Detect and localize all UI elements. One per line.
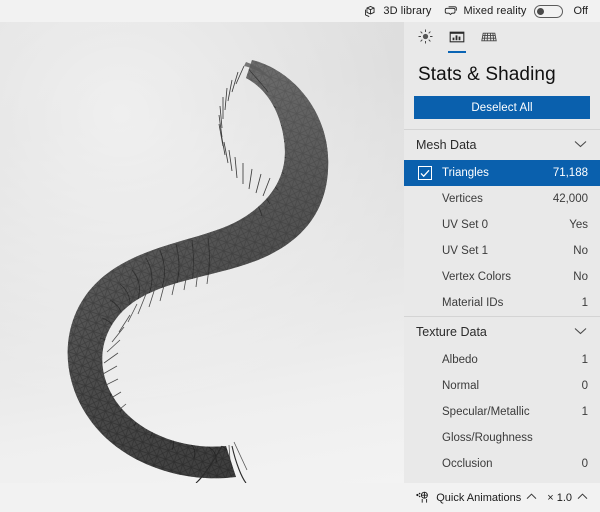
row-label: Albedo bbox=[442, 354, 478, 366]
row-label: Gloss/Roughness bbox=[442, 432, 533, 444]
chevron-up-icon[interactable] bbox=[577, 493, 588, 502]
app-window: 3D library Mixed reality Off Stats & Sha… bbox=[0, 0, 600, 512]
mixed-reality-icon bbox=[443, 4, 458, 19]
row-label: UV Set 1 bbox=[442, 245, 489, 257]
row-value: 42,000 bbox=[552, 193, 588, 205]
table-row[interactable]: Occlusion 0 bbox=[404, 451, 600, 477]
section-label: Texture Data bbox=[416, 325, 487, 339]
mixed-reality-label: Mixed reality bbox=[463, 5, 527, 17]
row-label: UV Set 0 bbox=[442, 219, 489, 231]
row-checkbox[interactable] bbox=[418, 166, 432, 180]
row-value: Yes bbox=[569, 219, 588, 231]
row-value: 0 bbox=[581, 380, 588, 392]
row-value: 1 bbox=[581, 406, 588, 418]
animation-figure-icon bbox=[415, 491, 431, 505]
row-label: Specular/Metallic bbox=[442, 406, 530, 418]
row-label: Vertex Colors bbox=[442, 271, 512, 283]
table-row[interactable]: UV Set 1 No bbox=[404, 238, 600, 264]
table-row[interactable]: Gloss/Roughness bbox=[404, 425, 600, 451]
grid-floor-icon bbox=[480, 28, 498, 51]
sun-lighting-icon bbox=[417, 28, 434, 50]
mixed-reality-toggle[interactable] bbox=[533, 4, 563, 18]
3d-library-button[interactable]: 3D library bbox=[357, 0, 437, 22]
bottom-toolbar: Quick Animations × 1.0 bbox=[404, 483, 600, 512]
mixed-reality-control[interactable]: Mixed reality Off bbox=[437, 0, 594, 22]
row-label: Triangles bbox=[442, 167, 489, 179]
mixed-reality-state: Off bbox=[573, 5, 588, 17]
row-label: Normal bbox=[442, 380, 480, 392]
row-label: Material IDs bbox=[442, 297, 504, 309]
table-row[interactable]: Vertex Colors No bbox=[404, 264, 600, 290]
animation-speed-label: × 1.0 bbox=[547, 491, 572, 504]
row-value: 1 bbox=[581, 297, 588, 309]
quick-animations-label: Quick Animations bbox=[436, 491, 522, 504]
section-header-texture-data[interactable]: Texture Data bbox=[404, 317, 600, 347]
row-label: Occlusion bbox=[442, 458, 493, 470]
3d-library-label: 3D library bbox=[383, 5, 432, 17]
viewport-bottom-strip bbox=[0, 483, 404, 512]
tab-grid[interactable] bbox=[474, 24, 504, 54]
3d-viewport[interactable] bbox=[0, 22, 404, 483]
row-label: Vertices bbox=[442, 193, 483, 205]
stats-shading-panel: Stats & Shading Deselect All Mesh Data T… bbox=[404, 22, 600, 512]
panel-tab-strip bbox=[404, 22, 600, 56]
chevron-down-icon[interactable] bbox=[574, 327, 587, 338]
section-header-mesh-data[interactable]: Mesh Data bbox=[404, 130, 600, 160]
row-value: No bbox=[573, 271, 588, 283]
tab-underline bbox=[448, 51, 466, 53]
page-title: Stats & Shading bbox=[418, 64, 556, 85]
tab-lighting[interactable] bbox=[410, 24, 440, 54]
row-value: 1 bbox=[581, 354, 588, 366]
row-value: 0 bbox=[581, 458, 588, 470]
table-row[interactable]: Material IDs 1 bbox=[404, 290, 600, 316]
row-value: 71,188 bbox=[552, 167, 588, 179]
table-row[interactable]: UV Set 0 Yes bbox=[404, 212, 600, 238]
chevron-down-icon[interactable] bbox=[574, 140, 587, 151]
deselect-all-wrap: Deselect All bbox=[404, 88, 600, 129]
bristle-worm-wireframe-model bbox=[67, 60, 329, 483]
deselect-all-button[interactable]: Deselect All bbox=[414, 96, 590, 119]
table-row[interactable]: Normal 0 bbox=[404, 373, 600, 399]
animation-speed-button[interactable]: × 1.0 bbox=[543, 487, 592, 509]
table-row[interactable]: Albedo 1 bbox=[404, 347, 600, 373]
top-toolbar: 3D library Mixed reality Off bbox=[0, 0, 600, 22]
stats-list[interactable]: Mesh Data Triangles 71,188 Vertices 42,0… bbox=[404, 129, 600, 481]
cube-library-icon bbox=[363, 4, 378, 19]
quick-animations-button[interactable]: Quick Animations bbox=[411, 487, 541, 509]
toggle-knob bbox=[536, 7, 544, 15]
tab-stats-shading[interactable] bbox=[442, 24, 472, 54]
chevron-up-icon[interactable] bbox=[526, 493, 537, 502]
table-row[interactable]: Vertices 42,000 bbox=[404, 186, 600, 212]
table-row[interactable]: Specular/Metallic 1 bbox=[404, 399, 600, 425]
row-value: No bbox=[573, 245, 588, 257]
table-row[interactable]: Triangles 71,188 bbox=[404, 160, 600, 186]
section-label: Mesh Data bbox=[416, 138, 477, 152]
stats-chart-icon bbox=[448, 28, 466, 51]
